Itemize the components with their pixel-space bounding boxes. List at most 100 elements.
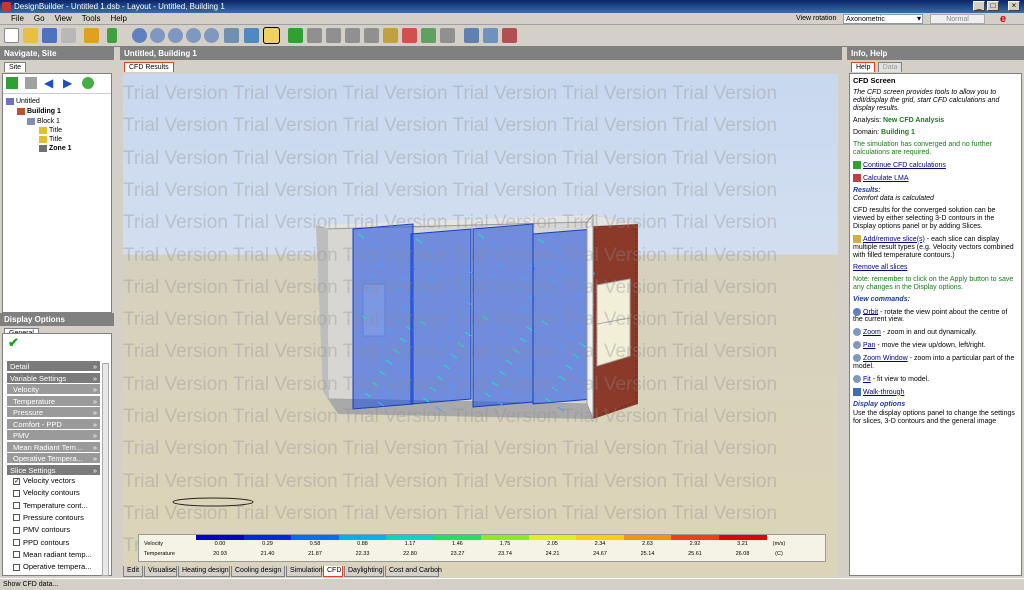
tab-cooling-design[interactable]: Cooling design	[231, 566, 285, 577]
tab-help[interactable]: Help	[851, 62, 876, 72]
tab-simulation[interactable]: Simulation	[286, 566, 323, 577]
print-icon[interactable]	[61, 28, 76, 43]
forward-arrow-icon[interactable]: ▶	[63, 77, 75, 89]
display-option-comfort-ppd[interactable]: Comfort - PPD	[7, 418, 100, 430]
tree-item-title[interactable]: Title	[39, 126, 62, 135]
back-arrow-icon[interactable]: ◀	[44, 77, 56, 89]
tab-heating-design[interactable]: Heating design	[178, 566, 230, 577]
tree-item-title[interactable]: Title	[39, 135, 62, 144]
display-option-variable-settings[interactable]: Variable Settings	[7, 372, 100, 384]
calculate-lma-link[interactable]: Calculate LMA	[863, 175, 909, 182]
edit-icon[interactable]	[326, 28, 341, 43]
zoom-icon[interactable]	[150, 28, 165, 43]
display-options-text: Use the display options panel to change …	[853, 409, 1015, 425]
pan-link[interactable]: Pan	[863, 342, 875, 349]
open-folder-icon[interactable]	[23, 28, 38, 43]
add-remove-slices-link[interactable]: Add/remove slice(s)	[863, 236, 925, 243]
close-button[interactable]: ×	[1008, 1, 1020, 11]
tool-icon[interactable]	[440, 28, 455, 43]
apply-check-icon[interactable]: ✔	[8, 336, 19, 349]
display-option-detail[interactable]: Detail	[7, 361, 100, 372]
tab-site[interactable]: Site	[4, 62, 27, 72]
cfd-viewport[interactable]: Trial Version Trial Version Trial Versio…	[123, 74, 838, 577]
menu-view[interactable]: View	[50, 13, 77, 25]
view-rotation-select[interactable]: Axonometric	[843, 14, 923, 24]
checkbox[interactable]	[13, 551, 20, 559]
display-option-pressure[interactable]: Pressure	[7, 407, 100, 418]
menu-tools[interactable]: Tools	[77, 13, 106, 25]
draw-icon[interactable]	[307, 28, 322, 43]
zoom-window-link[interactable]: Zoom Window	[863, 355, 908, 362]
slice-check-pressure-contours[interactable]: Pressure contours	[13, 513, 84, 523]
tab-edit[interactable]: Edit	[123, 566, 143, 577]
measure-icon[interactable]	[421, 28, 436, 43]
zoom-out-icon[interactable]	[204, 28, 219, 43]
orbit-link[interactable]: Orbit	[863, 308, 878, 315]
checkbox[interactable]	[13, 489, 20, 497]
options-scrollbar[interactable]	[102, 363, 109, 576]
tree-item-zone[interactable]: Zone 1	[39, 144, 72, 153]
refresh-icon[interactable]	[288, 28, 303, 43]
display-option-temperature[interactable]: Temperature	[7, 395, 100, 407]
save-icon[interactable]	[42, 28, 57, 43]
tree-item-building[interactable]: Building 1	[17, 107, 61, 116]
menu-go[interactable]: Go	[29, 13, 50, 25]
checkbox[interactable]	[13, 526, 20, 534]
tab-daylighting[interactable]: Daylighting	[344, 566, 384, 577]
slice-check-temperature-cont[interactable]: Temperature cont...	[13, 501, 88, 511]
continue-icon	[853, 161, 861, 169]
go-up-icon[interactable]	[6, 77, 18, 89]
graph-icon[interactable]	[402, 28, 417, 43]
slice-check-operative-tempera[interactable]: Operative tempera...	[13, 562, 91, 572]
zoom-in-icon[interactable]	[186, 28, 201, 43]
zoom-link[interactable]: Zoom	[863, 329, 881, 336]
display-icon[interactable]	[483, 28, 498, 43]
orbit-icon[interactable]	[132, 28, 147, 43]
checkbox[interactable]	[13, 563, 20, 571]
tab-visualise[interactable]: Visualise	[144, 566, 177, 577]
checkbox[interactable]	[13, 539, 20, 547]
checkbox[interactable]	[13, 502, 20, 510]
pointer-icon[interactable]	[107, 28, 117, 43]
slice-check-velocity-vectors[interactable]: ✓ Velocity vectors	[13, 476, 75, 486]
walk-through-link[interactable]: Walk-through	[863, 389, 904, 396]
checkbox[interactable]	[13, 514, 20, 522]
cfd-view-icon[interactable]	[263, 27, 280, 44]
pan-icon[interactable]	[244, 28, 259, 43]
new-file-icon[interactable]	[4, 28, 19, 43]
remove-all-slices-link[interactable]: Remove all slices	[853, 264, 907, 271]
partition-icon[interactable]	[364, 28, 379, 43]
paint-icon[interactable]	[464, 28, 479, 43]
slice-check-velocity-contours[interactable]: Velocity contours	[13, 488, 80, 498]
menu-help[interactable]: Help	[105, 13, 131, 25]
menu-file[interactable]: File	[6, 13, 29, 25]
display-option-velocity[interactable]: Velocity	[7, 384, 100, 395]
display-option-mean-radiant-tem[interactable]: Mean Radiant Tem...	[7, 441, 100, 453]
normal-field[interactable]: Normal	[930, 14, 985, 24]
maximize-button[interactable]: □	[987, 1, 999, 11]
display-option-pmv[interactable]: PMV	[7, 430, 100, 441]
report-icon[interactable]	[502, 28, 517, 43]
block-icon[interactable]	[345, 28, 360, 43]
tab-cfd[interactable]: CFD	[323, 566, 343, 577]
wrench-icon[interactable]	[84, 28, 99, 43]
component-icon[interactable]	[383, 28, 398, 43]
minimize-button[interactable]: _	[973, 1, 985, 11]
continue-cfd-link[interactable]: Continue CFD calculations	[863, 162, 946, 169]
tree-item-site[interactable]: Untitled	[6, 97, 40, 106]
tab-cfd-results[interactable]: CFD Results	[124, 62, 174, 72]
slice-check-pmv-contours[interactable]: PMV contours	[13, 525, 70, 535]
slice-check-ppd-contours[interactable]: PPD contours	[13, 538, 69, 548]
slice-check-mean-radiant-temp[interactable]: Mean radiant temp...	[13, 550, 92, 560]
tree-item-block[interactable]: Block 1	[27, 117, 60, 126]
refresh-icon[interactable]	[82, 77, 94, 89]
hierarchy-icon[interactable]	[25, 77, 37, 89]
walk-through-icon[interactable]	[224, 28, 239, 43]
tab-data[interactable]: Data	[877, 62, 903, 72]
fit-link[interactable]: Fit	[863, 376, 871, 383]
display-option-slice-settings[interactable]: Slice Settings	[7, 464, 100, 476]
zoom-window-icon[interactable]	[168, 28, 183, 43]
display-option-operative-tempera[interactable]: Operative Tempera...	[7, 453, 100, 464]
tab-cost-and-carbon[interactable]: Cost and Carbon	[385, 566, 442, 577]
checkbox[interactable]: ✓	[13, 477, 20, 485]
